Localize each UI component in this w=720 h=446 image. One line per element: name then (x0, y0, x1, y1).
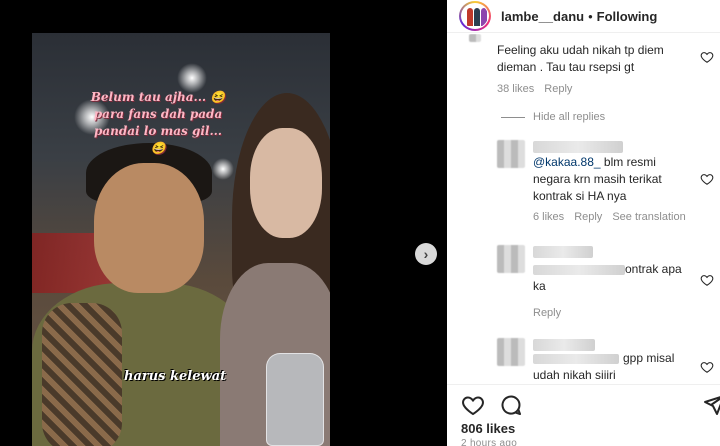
mention-link[interactable]: @kakaa.88_ (533, 155, 601, 169)
blurred-mention (533, 264, 625, 275)
next-media-button[interactable]: › (415, 243, 437, 265)
comment-text: @kakaa.88_ blm resmi negara krn masih te… (533, 154, 662, 205)
overlay-line: para fans dah pada (93, 107, 223, 121)
comment-text-line: gpp misal (533, 350, 674, 367)
tattooed-arm (42, 303, 122, 446)
post-action-bar (447, 384, 720, 424)
person-left-face (94, 163, 204, 293)
divider-line (501, 116, 525, 118)
overlay-line: Belum tau ajha... 😆 (90, 90, 226, 104)
comment-text-line: negara krn masih terikat (533, 172, 662, 186)
comment-meta: 6 likes Reply See translation (533, 211, 686, 223)
overlay-line: pandai lo mas gil... (94, 124, 222, 138)
heart-icon[interactable] (700, 360, 714, 374)
comment-meta: Reply (533, 307, 561, 319)
heart-icon[interactable] (700, 172, 714, 186)
heart-icon[interactable] (700, 50, 714, 64)
comment-text: Feeling aku udah nikah tp diem dieman . … (497, 42, 664, 76)
separator-dot: • (588, 8, 593, 24)
reply-button[interactable]: Reply (574, 211, 602, 223)
comment-text-line: dieman . Tau tau rsepsi gt (497, 60, 635, 74)
comments-section: Feeling aku udah nikah tp diem dieman . … (447, 34, 720, 384)
username-link[interactable]: lambe__danu (501, 9, 584, 24)
commenter-avatar[interactable] (469, 34, 481, 42)
comment-text-line: udah nikah siiiri (533, 368, 616, 382)
reply-button[interactable]: Reply (533, 307, 561, 319)
hide-replies-button[interactable]: Hide all replies (501, 111, 605, 123)
comment-text-fragment: blm resmi (600, 155, 656, 169)
comment-text: ontrak apa ka (533, 261, 682, 295)
comment-meta: 38 likes Reply (497, 83, 572, 95)
ceiling-light (212, 158, 234, 180)
comment-item: Feeling aku udah nikah tp diem dieman . … (447, 34, 720, 104)
hide-replies-label: Hide all replies (533, 111, 606, 123)
post-media-area: Belum tau ajha... 😆 para fans dah pada p… (0, 0, 447, 446)
blurred-mention (533, 353, 619, 364)
post-likes-count[interactable]: 806 likes (461, 421, 515, 436)
comment-text-fragment: gpp misal (623, 351, 675, 365)
heart-icon[interactable] (700, 273, 714, 287)
post-timestamp: 2 hours ago (461, 438, 518, 446)
post-header: lambe__danu • Following (447, 0, 720, 33)
comment-likes[interactable]: 6 likes (533, 211, 564, 223)
reply-item: ontrak apa ka Reply (447, 239, 720, 324)
comment-text-line: ka (533, 279, 546, 293)
see-translation-button[interactable]: See translation (612, 211, 685, 223)
reply-item: gpp misal udah nikah siiiri (447, 332, 720, 384)
comment-text-line: kontrak si HA nya (533, 189, 627, 203)
commenter-avatar[interactable] (497, 245, 525, 273)
reply-item: @kakaa.88_ blm resmi negara krn masih te… (447, 134, 720, 229)
chevron-right-icon: › (423, 246, 429, 262)
commenter-avatar[interactable] (497, 338, 525, 366)
avatar-image (461, 3, 489, 29)
video-bottom-caption: harus kelewat (124, 369, 227, 384)
comment-text-line: @kakaa.88_ blm resmi (533, 154, 662, 171)
following-button[interactable]: Following (597, 9, 658, 24)
comment-text-fragment: ontrak apa (625, 262, 682, 276)
overlay-line: 😆 (150, 141, 166, 155)
commenter-avatar[interactable] (497, 140, 525, 168)
water-bottle (266, 353, 324, 446)
comment-text: gpp misal udah nikah siiiri (533, 350, 674, 384)
post-side-panel: lambe__danu • Following Feeling aku udah… (447, 0, 720, 446)
comment-icon[interactable] (499, 393, 523, 417)
post-video[interactable]: Belum tau ajha... 😆 para fans dah pada p… (32, 33, 330, 446)
like-heart-icon[interactable] (461, 393, 485, 417)
reply-button[interactable]: Reply (544, 83, 572, 95)
profile-avatar[interactable] (459, 1, 491, 31)
share-icon[interactable] (702, 393, 720, 417)
comment-text-line: Feeling aku udah nikah tp diem (497, 43, 664, 57)
commenter-name[interactable] (533, 243, 593, 261)
comment-text-line: ontrak apa (533, 261, 682, 278)
video-caption-overlay: Belum tau ajha... 😆 para fans dah pada p… (48, 89, 268, 157)
comment-likes[interactable]: 38 likes (497, 83, 534, 95)
